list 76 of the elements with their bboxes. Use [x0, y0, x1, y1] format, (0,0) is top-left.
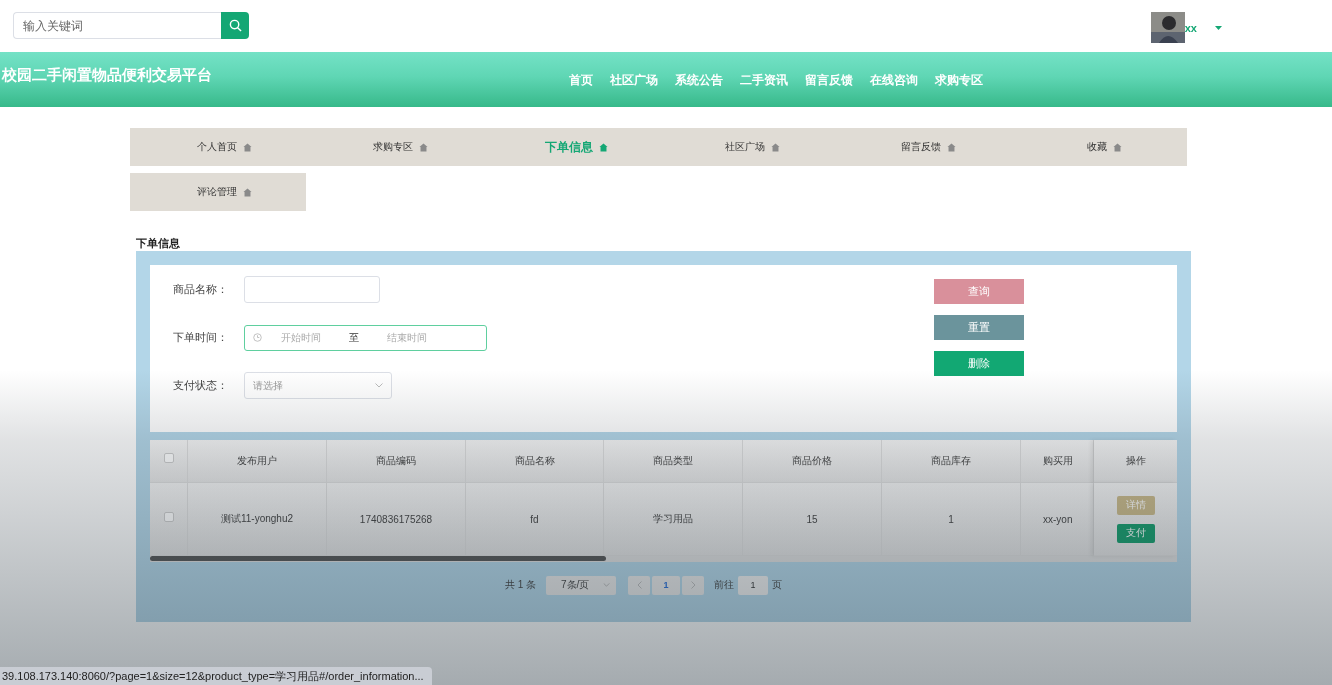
- table-cell: 测试11-yonghu2: [188, 483, 327, 556]
- section-title: 下单信息: [136, 237, 181, 251]
- action-button[interactable]: 删除: [934, 351, 1024, 376]
- chevron-left-icon: [636, 581, 642, 589]
- house-icon: [242, 142, 252, 152]
- column-header: 商品类型: [604, 440, 743, 483]
- table-cell: xx-yon: [1021, 483, 1094, 556]
- menu-label: 个人首页: [196, 140, 237, 154]
- table-cell: 1: [882, 483, 1021, 556]
- nav-link[interactable]: 系统公告: [675, 72, 723, 89]
- menu-label: 留言反馈: [900, 140, 941, 154]
- select-field[interactable]: 请选择: [244, 372, 392, 399]
- nav-link[interactable]: 留言反馈: [805, 72, 853, 89]
- row-action-button[interactable]: 支付: [1116, 523, 1155, 543]
- menu-label: 下单信息: [544, 138, 593, 156]
- caret-icon: [1215, 25, 1222, 30]
- column-header: 商品库存: [882, 440, 1021, 483]
- chevron-right-icon: [690, 581, 696, 589]
- start-placeholder: 开始时间: [280, 330, 322, 345]
- total-count: 共 1 条: [504, 578, 537, 592]
- clock-icon: [253, 333, 262, 342]
- nav-link[interactable]: 在线咨询: [870, 72, 918, 89]
- table-cell: 15: [743, 483, 882, 556]
- user-name[interactable]: xx: [1184, 21, 1197, 34]
- house-icon: [770, 142, 780, 152]
- nav-link[interactable]: 首页: [569, 72, 593, 89]
- field-label: 下单时间：: [173, 330, 229, 345]
- column-header: 购买用: [1021, 440, 1094, 483]
- page-number[interactable]: 1: [652, 575, 681, 595]
- date-range-field[interactable]: 开始时间 至 结束时间: [244, 324, 487, 351]
- house-icon: [1112, 142, 1122, 152]
- checkbox[interactable]: [163, 512, 174, 522]
- next-page-button[interactable]: [682, 575, 705, 595]
- avatar[interactable]: [1150, 12, 1185, 43]
- search-button[interactable]: [221, 12, 249, 39]
- table-cell: 学习用品: [604, 483, 743, 556]
- site-title: 校园二手闲置物品便利交易平台: [2, 66, 213, 85]
- table-cell: 1740836175268: [327, 483, 466, 556]
- status-url: 39.108.173.140:8060/?page=1&size=12&product_type=学习用品#/order_information...: [2, 668, 424, 684]
- row-action-button[interactable]: 详情: [1116, 495, 1155, 515]
- house-icon: [946, 142, 956, 152]
- nav-link[interactable]: 二手资讯: [740, 72, 788, 89]
- nav-link[interactable]: 社区广场: [610, 72, 658, 89]
- select-placeholder: 请选择: [253, 378, 283, 393]
- column-header: 商品名称: [466, 440, 604, 483]
- menu-label: 评论管理: [196, 185, 237, 199]
- prev-page-button[interactable]: [628, 575, 651, 595]
- checkbox[interactable]: [163, 453, 174, 463]
- field-label: 商品名称：: [173, 282, 229, 297]
- search-field[interactable]: 输入关键词: [13, 12, 221, 39]
- search-icon: [228, 19, 242, 32]
- end-placeholder: 结束时间: [386, 330, 428, 345]
- house-icon: [418, 142, 428, 152]
- menu-label: 收藏: [1086, 140, 1107, 154]
- goto-suffix: 页: [772, 578, 783, 592]
- range-separator: 至: [348, 330, 360, 345]
- menu-tab[interactable]: 评论管理: [130, 173, 306, 211]
- input-field[interactable]: [244, 276, 380, 303]
- page-size-select[interactable]: 7条/页: [546, 575, 617, 595]
- column-header: 发布用户: [188, 440, 327, 483]
- table-cell: fd: [466, 483, 604, 556]
- column-header: 商品编码: [327, 440, 466, 483]
- house-icon: [598, 142, 608, 152]
- page-input[interactable]: 1: [738, 575, 769, 595]
- action-button[interactable]: 重置: [934, 315, 1024, 340]
- page-size-value: 7条/页: [561, 578, 590, 592]
- column-header: 商品价格: [743, 440, 882, 483]
- menu-label: 社区广场: [724, 140, 765, 154]
- nav-link[interactable]: 求购专区: [935, 72, 983, 89]
- house-icon: [242, 187, 252, 197]
- field-label: 支付状态：: [173, 378, 229, 393]
- action-button[interactable]: 查询: [934, 279, 1024, 304]
- column-header: 操作: [1094, 440, 1177, 483]
- chevron-down-icon: [375, 383, 383, 388]
- goto-label: 前往: [714, 578, 735, 592]
- menu-label: 求购专区: [372, 140, 413, 154]
